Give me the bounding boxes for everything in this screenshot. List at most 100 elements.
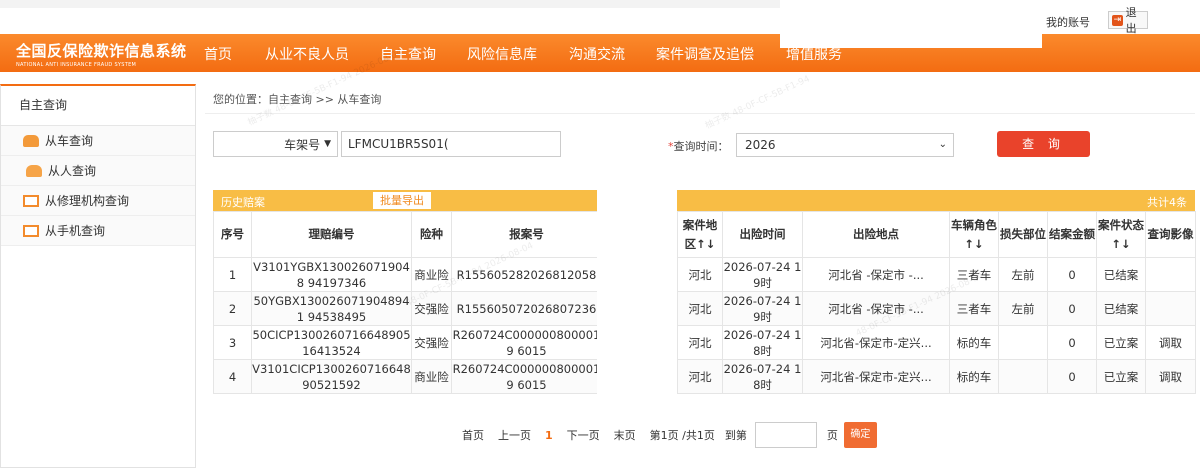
page-unit: 页	[826, 429, 838, 442]
table-cell: 2026-07-24 19时	[722, 291, 803, 326]
query-button[interactable]: 查 询	[997, 131, 1090, 157]
table-cell: 标的车	[949, 325, 999, 360]
table-cell: 河北省-保定市-定兴...	[802, 359, 950, 394]
top-bar: 我的账号 ⇥ 退出	[0, 0, 1200, 48]
logout-icon: ⇥	[1112, 14, 1123, 26]
next-page-link[interactable]: 下一页	[567, 427, 600, 443]
watermark: 柚子数 48-0F-CF-5B-F1-94	[703, 74, 812, 132]
view-image-link[interactable]	[1145, 291, 1196, 326]
table-cell: 50CICP1300260716648905 16413524	[251, 325, 412, 360]
logout-button[interactable]: ⇥ 退出	[1108, 6, 1148, 35]
table-cell: V3101CICP1300260716648 90521592	[251, 359, 412, 394]
col-header: 出险地点	[802, 211, 950, 258]
table-cell: 0	[1047, 257, 1097, 292]
sidebar-item-phone[interactable]: 从手机查询	[1, 216, 195, 246]
brand-logo: 全国反保险欺诈信息系统 NATIONAL ANTI INSURANCE FRAU…	[16, 40, 187, 68]
redaction-box	[597, 182, 677, 422]
table-cell: 2	[213, 291, 252, 326]
batch-export-button[interactable]: 批量导出	[373, 192, 431, 209]
table-cell: 左前	[998, 291, 1048, 326]
redaction-box	[780, 0, 1042, 48]
view-image-link[interactable]: 调取	[1145, 359, 1196, 394]
sidebar-item-repair-shop[interactable]: 从修理机构查询	[1, 186, 195, 216]
total-count: 共计4条	[1147, 196, 1187, 209]
prev-page-link[interactable]: 上一页	[498, 427, 531, 443]
nav-communication[interactable]: 沟通交流	[569, 44, 625, 64]
year-select[interactable]: 2026 ⌄	[736, 133, 954, 157]
query-time-text: 查询时间：	[673, 140, 729, 153]
current-page[interactable]: 1	[545, 429, 553, 442]
col-header: 理赔编号	[251, 211, 412, 258]
table-cell: 1	[213, 257, 252, 292]
table-cell	[998, 325, 1048, 360]
table-header-row: 序号 理赔编号 险种 报案号 案件地区↑↓ 出险时间 出险地点 车辆角色↑↓ 损…	[213, 211, 1196, 258]
table-row[interactable]: 3 50CICP1300260716648905 16413524 交强险 R2607…	[213, 325, 1196, 360]
last-page-link[interactable]: 末页	[614, 427, 636, 443]
sidebar-item-label: 从手机查询	[45, 224, 106, 238]
claims-table: 序号 理赔编号 险种 报案号 案件地区↑↓ 出险时间 出险地点 车辆角色↑↓ 损…	[213, 211, 1196, 394]
table-cell: 50YGBX1300260719048941 94538495	[251, 291, 412, 326]
section-title: 历史赔案	[221, 196, 265, 209]
pagination: 首页 上一页 1 下一页 末页 第1页 /共1页 到第 页 确定	[462, 422, 877, 448]
sidebar-item-vehicle[interactable]: 从车查询	[1, 126, 195, 156]
table-cell: 0	[1047, 359, 1097, 394]
table-cell: 河北	[677, 359, 723, 394]
car-icon	[23, 134, 39, 147]
table-cell: 河北	[677, 291, 723, 326]
sidebar-item-label: 从车查询	[45, 134, 94, 148]
table-row[interactable]: 4 V3101CICP1300260716648 90521592 商业险 R2607…	[213, 359, 1196, 394]
table-row[interactable]: 1 V3101YGBX1300260719048 94197346 商业险 R1556…	[213, 257, 1196, 292]
document-icon	[23, 194, 39, 207]
my-account-link[interactable]: 我的账号	[1046, 14, 1090, 30]
table-cell: 0	[1047, 325, 1097, 360]
col-header[interactable]: 车辆角色↑↓	[949, 211, 999, 258]
table-cell: 河北省 -保定市 -...	[802, 257, 950, 292]
table-cell: 商业险	[411, 359, 452, 394]
person-icon	[26, 164, 42, 177]
query-type-value: 车架号	[284, 137, 321, 152]
table-cell: 交强险	[411, 325, 452, 360]
table-row[interactable]: 2 50YGBX1300260719048941 94538495 交强险 R1556…	[213, 291, 1196, 326]
view-image-link[interactable]: 调取	[1145, 325, 1196, 360]
page-number-input[interactable]	[754, 422, 817, 448]
query-type-select[interactable]: 车架号 ▼	[213, 131, 338, 157]
year-value: 2026	[745, 138, 776, 152]
chevron-down-icon: ▼	[324, 139, 331, 149]
col-header[interactable]: 案件地区↑↓	[677, 211, 723, 258]
table-cell: 已立案	[1096, 325, 1146, 360]
sidebar-item-label: 从人查询	[48, 164, 97, 178]
nav-home[interactable]: 首页	[204, 44, 232, 64]
table-cell: 河北	[677, 257, 723, 292]
document-icon	[23, 224, 39, 237]
table-cell: 2026-07-24 19时	[722, 257, 803, 292]
query-time-label: *查询时间：	[668, 138, 729, 154]
logout-label: 退出	[1125, 6, 1137, 35]
table-cell: 河北	[677, 325, 723, 360]
results-header-bar: 历史赔案 批量导出 共计4条	[213, 190, 1195, 211]
nav-case-investigation[interactable]: 案件调查及追偿	[656, 44, 754, 64]
top-shadow	[0, 0, 780, 8]
col-header: 结案金额	[1047, 211, 1097, 258]
sidebar-item-person[interactable]: 从人查询	[1, 156, 195, 186]
col-header: 损失部位	[998, 211, 1048, 258]
table-cell: V3101YGBX1300260719048 94197346	[251, 257, 412, 292]
col-header[interactable]: 案件状态↑↓	[1096, 211, 1146, 258]
table-cell: R260724C0000008000019 6015	[451, 359, 602, 394]
table-cell: 4	[213, 359, 252, 394]
table-cell: 2026-07-24 18时	[722, 359, 803, 394]
nav-bad-personnel[interactable]: 从业不良人员	[265, 44, 349, 64]
table-cell: 三者车	[949, 291, 999, 326]
col-header: 出险时间	[722, 211, 803, 258]
first-page-link[interactable]: 首页	[462, 427, 484, 443]
view-image-link[interactable]	[1145, 257, 1196, 292]
col-header: 查询影像	[1145, 211, 1196, 258]
table-cell: 已结案	[1096, 257, 1146, 292]
table-cell: 2026-07-24 18时	[722, 325, 803, 360]
vin-input[interactable]: LFMCU1BR5S01(	[341, 131, 561, 157]
nav-risk-database[interactable]: 风险信息库	[467, 44, 537, 64]
table-cell	[998, 359, 1048, 394]
table-cell: 0	[1047, 291, 1097, 326]
col-header: 险种	[411, 211, 452, 258]
confirm-page-button[interactable]: 确定	[843, 422, 877, 448]
table-cell: 标的车	[949, 359, 999, 394]
